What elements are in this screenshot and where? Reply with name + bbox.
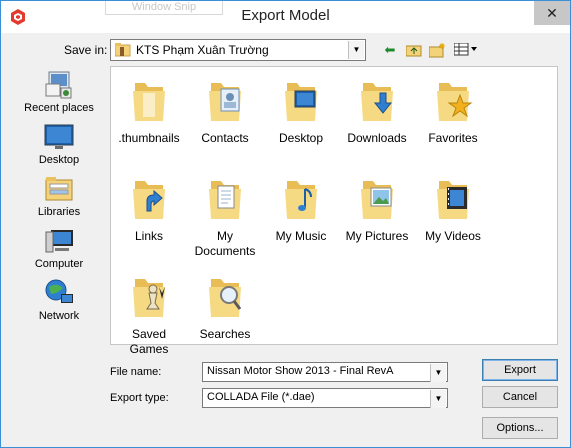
- close-button[interactable]: ✕: [534, 1, 570, 25]
- folder-label: Links: [134, 229, 163, 243]
- recent-places-icon: [45, 71, 72, 99]
- saved-games-folder-icon: [133, 279, 165, 317]
- chevron-down-icon[interactable]: ▼: [348, 41, 364, 59]
- places-bar: Recent places Desktop Libraries Computer…: [11, 66, 107, 342]
- folder-item[interactable]: My Pictures: [339, 169, 415, 265]
- folder-label: My Music: [275, 229, 327, 243]
- downloads-folder-icon: [361, 83, 393, 121]
- place-desktop[interactable]: Desktop: [11, 118, 107, 170]
- user-folder-icon: [115, 43, 131, 57]
- cancel-button[interactable]: Cancel: [482, 386, 558, 408]
- place-computer[interactable]: Computer: [11, 222, 107, 274]
- folder-label: Favorites: [428, 131, 478, 145]
- folder-label: My Videos: [425, 229, 481, 243]
- folder-label: Desktop: [278, 131, 324, 145]
- folder-item[interactable]: Saved Games: [111, 267, 187, 363]
- place-label: Network: [38, 310, 80, 322]
- desktop-folder-icon: [285, 83, 317, 121]
- folder-item[interactable]: Searches: [187, 267, 263, 363]
- export-type-select[interactable]: COLLADA File (*.dae) ▼: [202, 388, 448, 408]
- save-in-label: Save in:: [64, 43, 108, 57]
- place-network[interactable]: Network: [11, 274, 107, 326]
- current-folder: KTS Phạm Xuân Trường: [136, 43, 269, 57]
- computer-icon: [45, 230, 73, 253]
- place-label: Recent places: [24, 102, 94, 114]
- export-model-dialog: Window Snip Export Model ✕ Save in: KTS …: [0, 0, 571, 448]
- links-folder-icon: [133, 181, 165, 219]
- new-folder-icon[interactable]: [428, 39, 447, 61]
- libraries-icon: [45, 177, 73, 201]
- music-folder-icon: [285, 181, 317, 219]
- place-label: Desktop: [38, 154, 80, 166]
- documents-folder-icon: [209, 181, 241, 219]
- folder-label: Searches: [199, 327, 251, 341]
- place-label: Computer: [34, 258, 84, 270]
- videos-folder-icon: [437, 181, 469, 219]
- up-folder-icon[interactable]: [405, 39, 423, 61]
- folder-item[interactable]: Contacts: [187, 71, 263, 167]
- folder-item[interactable]: Favorites: [415, 71, 491, 167]
- folder-item[interactable]: .thumbnails: [111, 71, 187, 167]
- folder-item[interactable]: Desktop: [263, 71, 339, 167]
- folder-label: .thumbnails: [118, 131, 180, 145]
- place-label: Libraries: [37, 206, 81, 218]
- back-arrow-icon[interactable]: ⬅: [381, 39, 399, 61]
- chevron-down-icon[interactable]: ▼: [430, 390, 446, 408]
- folder-label: My Documents: [194, 229, 256, 258]
- searches-folder-icon: [209, 279, 242, 317]
- save-in-dropdown[interactable]: KTS Phạm Xuân Trường ▼: [110, 39, 366, 61]
- file-name-combobox[interactable]: Nissan Motor Show 2013 - Final RevA ▼: [202, 362, 448, 382]
- favorites-folder-icon: [437, 83, 473, 121]
- folder-item[interactable]: Downloads: [339, 71, 415, 167]
- options-button[interactable]: Options...: [482, 417, 558, 439]
- export-button[interactable]: Export: [482, 359, 558, 381]
- folder-icon: [133, 83, 165, 121]
- folder-label: Downloads: [347, 131, 407, 145]
- folder-item[interactable]: My Music: [263, 169, 339, 265]
- folder-label: My Pictures: [345, 229, 409, 243]
- desktop-icon: [44, 124, 74, 149]
- contacts-folder-icon: [209, 83, 241, 121]
- view-menu-icon[interactable]: [453, 39, 479, 61]
- chevron-down-icon[interactable]: ▼: [430, 364, 446, 382]
- title-bar[interactable]: Window Snip Export Model ✕: [1, 1, 570, 33]
- file-list-view[interactable]: .thumbnails Contacts Desktop Downloads F…: [110, 66, 558, 356]
- export-type-label: Export type:: [110, 392, 169, 404]
- file-name-label: File name:: [110, 366, 162, 378]
- file-name-input[interactable]: Nissan Motor Show 2013 - Final RevA: [207, 365, 393, 377]
- dialog-title: Export Model: [241, 7, 330, 24]
- pictures-folder-icon: [361, 181, 393, 219]
- export-type-value: COLLADA File (*.dae): [207, 391, 315, 403]
- place-libraries[interactable]: Libraries: [11, 170, 107, 222]
- folder-label: Contacts: [201, 131, 249, 145]
- folder-item[interactable]: Links: [111, 169, 187, 265]
- place-recent-places[interactable]: Recent places: [11, 66, 107, 118]
- network-icon: [45, 279, 73, 303]
- folder-label: Saved Games: [129, 327, 169, 356]
- folder-item[interactable]: My Videos: [415, 169, 491, 265]
- folder-item[interactable]: My Documents: [187, 169, 263, 265]
